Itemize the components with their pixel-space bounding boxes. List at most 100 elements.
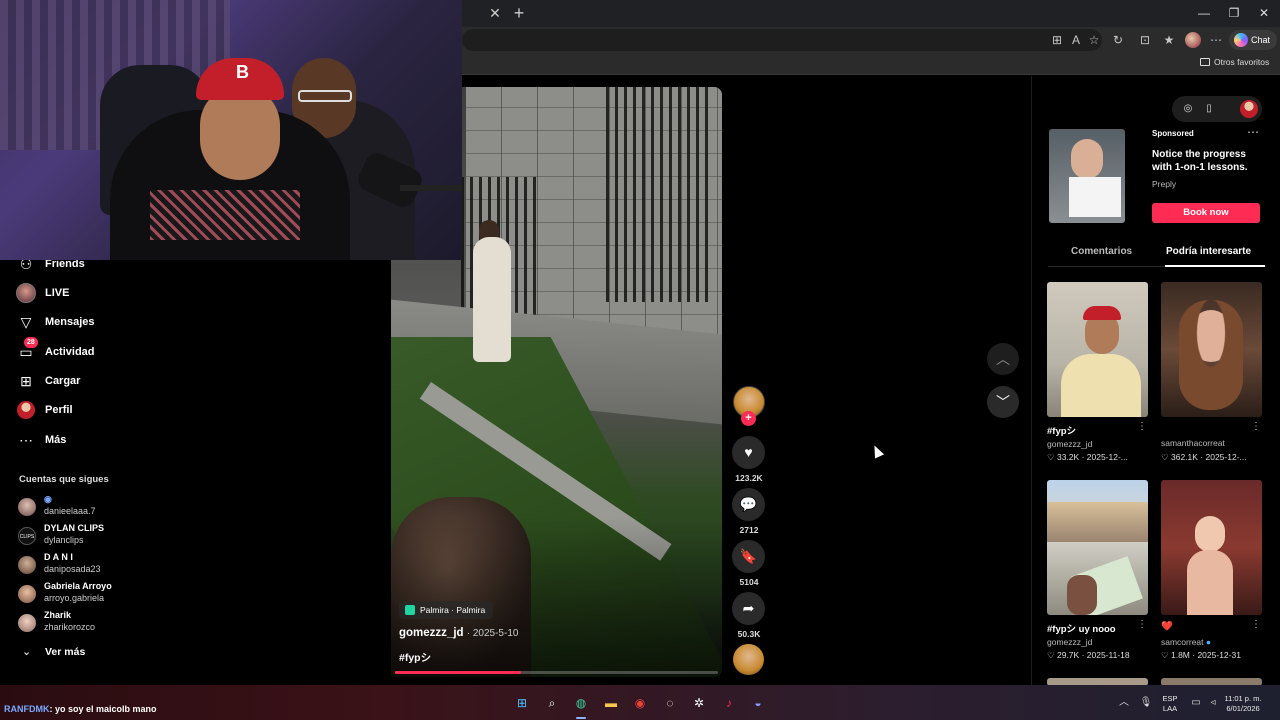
sidebar-item-more[interactable]: ⋯ Más (16, 429, 146, 451)
more-icon[interactable]: ⋮ (1251, 619, 1261, 630)
ad-image (1071, 139, 1103, 179)
tab-comments[interactable]: Comentarios (1071, 246, 1132, 257)
favorites-icon[interactable]: ★ (1161, 32, 1177, 48)
next-video-button[interactable]: ﹀ (987, 386, 1019, 418)
see-more-button[interactable]: ⌄ Ver más (22, 645, 85, 659)
tiktok-icon[interactable]: ♪ (720, 694, 738, 712)
verified-icon: ● (1205, 637, 1212, 647)
following-username: arroyo.gabriela (44, 593, 105, 603)
location-chip[interactable]: Palmira · Palmira (399, 601, 494, 619)
more-icon[interactable]: ⋮ (1251, 421, 1261, 432)
comment-icon: 💬 (739, 496, 758, 512)
apps-icon[interactable]: ⊞ (1049, 32, 1065, 48)
monitor-icon[interactable]: ▭ (1189, 696, 1203, 710)
sidebar-item-profile[interactable]: Perfil (16, 399, 146, 421)
file-explorer-icon[interactable]: ▬ (602, 694, 620, 712)
chrome-icon[interactable]: ◉ (631, 694, 649, 712)
close-tab-icon[interactable]: ✕ (487, 5, 503, 21)
previous-video-button[interactable]: ︿ (987, 343, 1019, 375)
following-item[interactable]: ◉ danieelaaa.7 (18, 494, 148, 520)
card-stats: ♡ 33.2K · 2025-12-... (1047, 452, 1128, 462)
menu-icon[interactable]: ⋯ (1208, 32, 1224, 48)
share-button[interactable]: ➦ (732, 592, 765, 625)
more-icon[interactable]: ⋯ (1247, 125, 1259, 139)
following-item[interactable]: Gabriela Arroyo arroyo.gabriela (18, 581, 148, 607)
active-app-indicator (576, 717, 586, 719)
reading-icon[interactable]: ⊡ (1137, 32, 1153, 48)
close-window-icon[interactable]: ✕ (1254, 4, 1274, 22)
clock-date[interactable]: 6/01/2026 (1222, 704, 1264, 713)
other-favorites[interactable]: Otros favoritos (1200, 57, 1269, 67)
video-author[interactable]: gomezzz_jd · 2025-5-10 (399, 627, 518, 639)
chat-ticker: RANFDMK: yo soy el maicolb mano (4, 704, 157, 714)
card-stats: ♡ 362.1K · 2025-12-... (1161, 452, 1247, 462)
video-scene (391, 517, 722, 677)
microphone-icon[interactable]: 🎙 (1139, 696, 1153, 710)
ad-thumbnail[interactable] (1049, 129, 1125, 223)
like-button[interactable]: ♥ (732, 436, 765, 469)
sidebar-item-live[interactable]: LIVE (16, 282, 146, 304)
webcam-scene (298, 90, 352, 102)
following-username: daniposada23 (44, 564, 101, 574)
card-username: samcorreat (1161, 637, 1204, 647)
refresh-icon[interactable]: ↻ (1110, 32, 1126, 48)
following-item[interactable]: D A N I daniposada23 (18, 552, 148, 578)
right-panel: ◎ ▯ Sponsored ⋯ Notice the progress with… (1031, 76, 1280, 685)
copilot-chat-button[interactable]: Chat (1229, 30, 1277, 50)
sidebar-item-label: Actividad (45, 346, 95, 358)
clock-time[interactable]: 11:01 p. m. (1222, 694, 1264, 703)
upload-icon: ⊞ (20, 373, 32, 389)
restore-icon[interactable]: ❐ (1224, 4, 1244, 22)
sidebar-item-label: Perfil (45, 404, 73, 416)
sidebar-item-upload[interactable]: ⊞ Cargar (16, 370, 146, 392)
search-icon[interactable]: ⌕ (543, 694, 561, 712)
card-stats: ♡ 1.8M · 2025-12-31 (1161, 650, 1241, 660)
comment-button[interactable]: 💬 (732, 488, 765, 521)
volume-icon[interactable]: ◃ (1206, 696, 1220, 710)
tab-you-may-like[interactable]: Podría interesarte (1166, 246, 1251, 257)
like-count: 123.2K (735, 473, 763, 483)
chevron-up-icon[interactable]: ︿ (1117, 696, 1131, 710)
edge-icon[interactable]: ◍ (572, 694, 590, 712)
video-date: 2025-5-10 (472, 628, 519, 639)
video-caption[interactable]: #fypシ (399, 650, 431, 665)
new-tab-button[interactable]: + (510, 4, 528, 22)
avatar (18, 498, 36, 516)
address-input[interactable] (462, 29, 1102, 51)
obs-icon[interactable]: ◌ (661, 694, 679, 712)
language-layout[interactable]: LAA (1160, 704, 1180, 713)
profile-avatar[interactable] (1240, 100, 1258, 118)
live-icon (16, 283, 36, 303)
compass-icon[interactable]: ◎ (1180, 101, 1196, 117)
minimize-icon[interactable]: — (1194, 4, 1214, 22)
language-indicator[interactable]: ESP (1160, 694, 1180, 703)
discord-icon[interactable]: ◒ (749, 694, 767, 712)
translate-icon[interactable]: A (1068, 32, 1084, 48)
windows-start-icon[interactable]: ⊞ (513, 694, 531, 712)
mouse-cursor (869, 443, 885, 459)
more-icon[interactable]: ⋮ (1137, 619, 1147, 630)
follow-plus-icon[interactable]: + (741, 411, 756, 426)
following-item[interactable]: Zharik zharikorozco (18, 610, 148, 636)
card-username: gomezzz_jd (1047, 637, 1093, 647)
avatar (18, 614, 36, 632)
video-progress-bar[interactable] (395, 671, 718, 674)
sidebar-item-messages[interactable]: ▽ Mensajes (16, 311, 146, 333)
sidebar-item-activity[interactable]: ▭ 28 Actividad (16, 337, 146, 363)
steam-icon[interactable]: ✲ (690, 694, 708, 712)
save-button[interactable]: 🔖 (732, 540, 765, 573)
location-label: Palmira · Palmira (420, 605, 486, 615)
ad-brand[interactable]: Preply (1152, 179, 1176, 189)
card-likes: 33.2K (1056, 452, 1080, 462)
ad-image (1069, 177, 1121, 217)
following-item[interactable]: CLIPS DYLAN CLIPS dylanclips (18, 523, 148, 549)
chevron-down-icon: ⌄ (22, 646, 32, 658)
profile-avatar[interactable] (1185, 32, 1201, 48)
favorite-star-icon[interactable]: ☆ (1086, 32, 1102, 48)
phone-icon[interactable]: ▯ (1201, 101, 1217, 117)
sound-avatar[interactable] (733, 644, 764, 675)
sidebar-item-label: LIVE (45, 287, 70, 299)
bookmark-icon: 🔖 (739, 548, 758, 564)
book-now-button[interactable]: Book now (1152, 203, 1260, 223)
more-icon[interactable]: ⋮ (1137, 421, 1147, 432)
